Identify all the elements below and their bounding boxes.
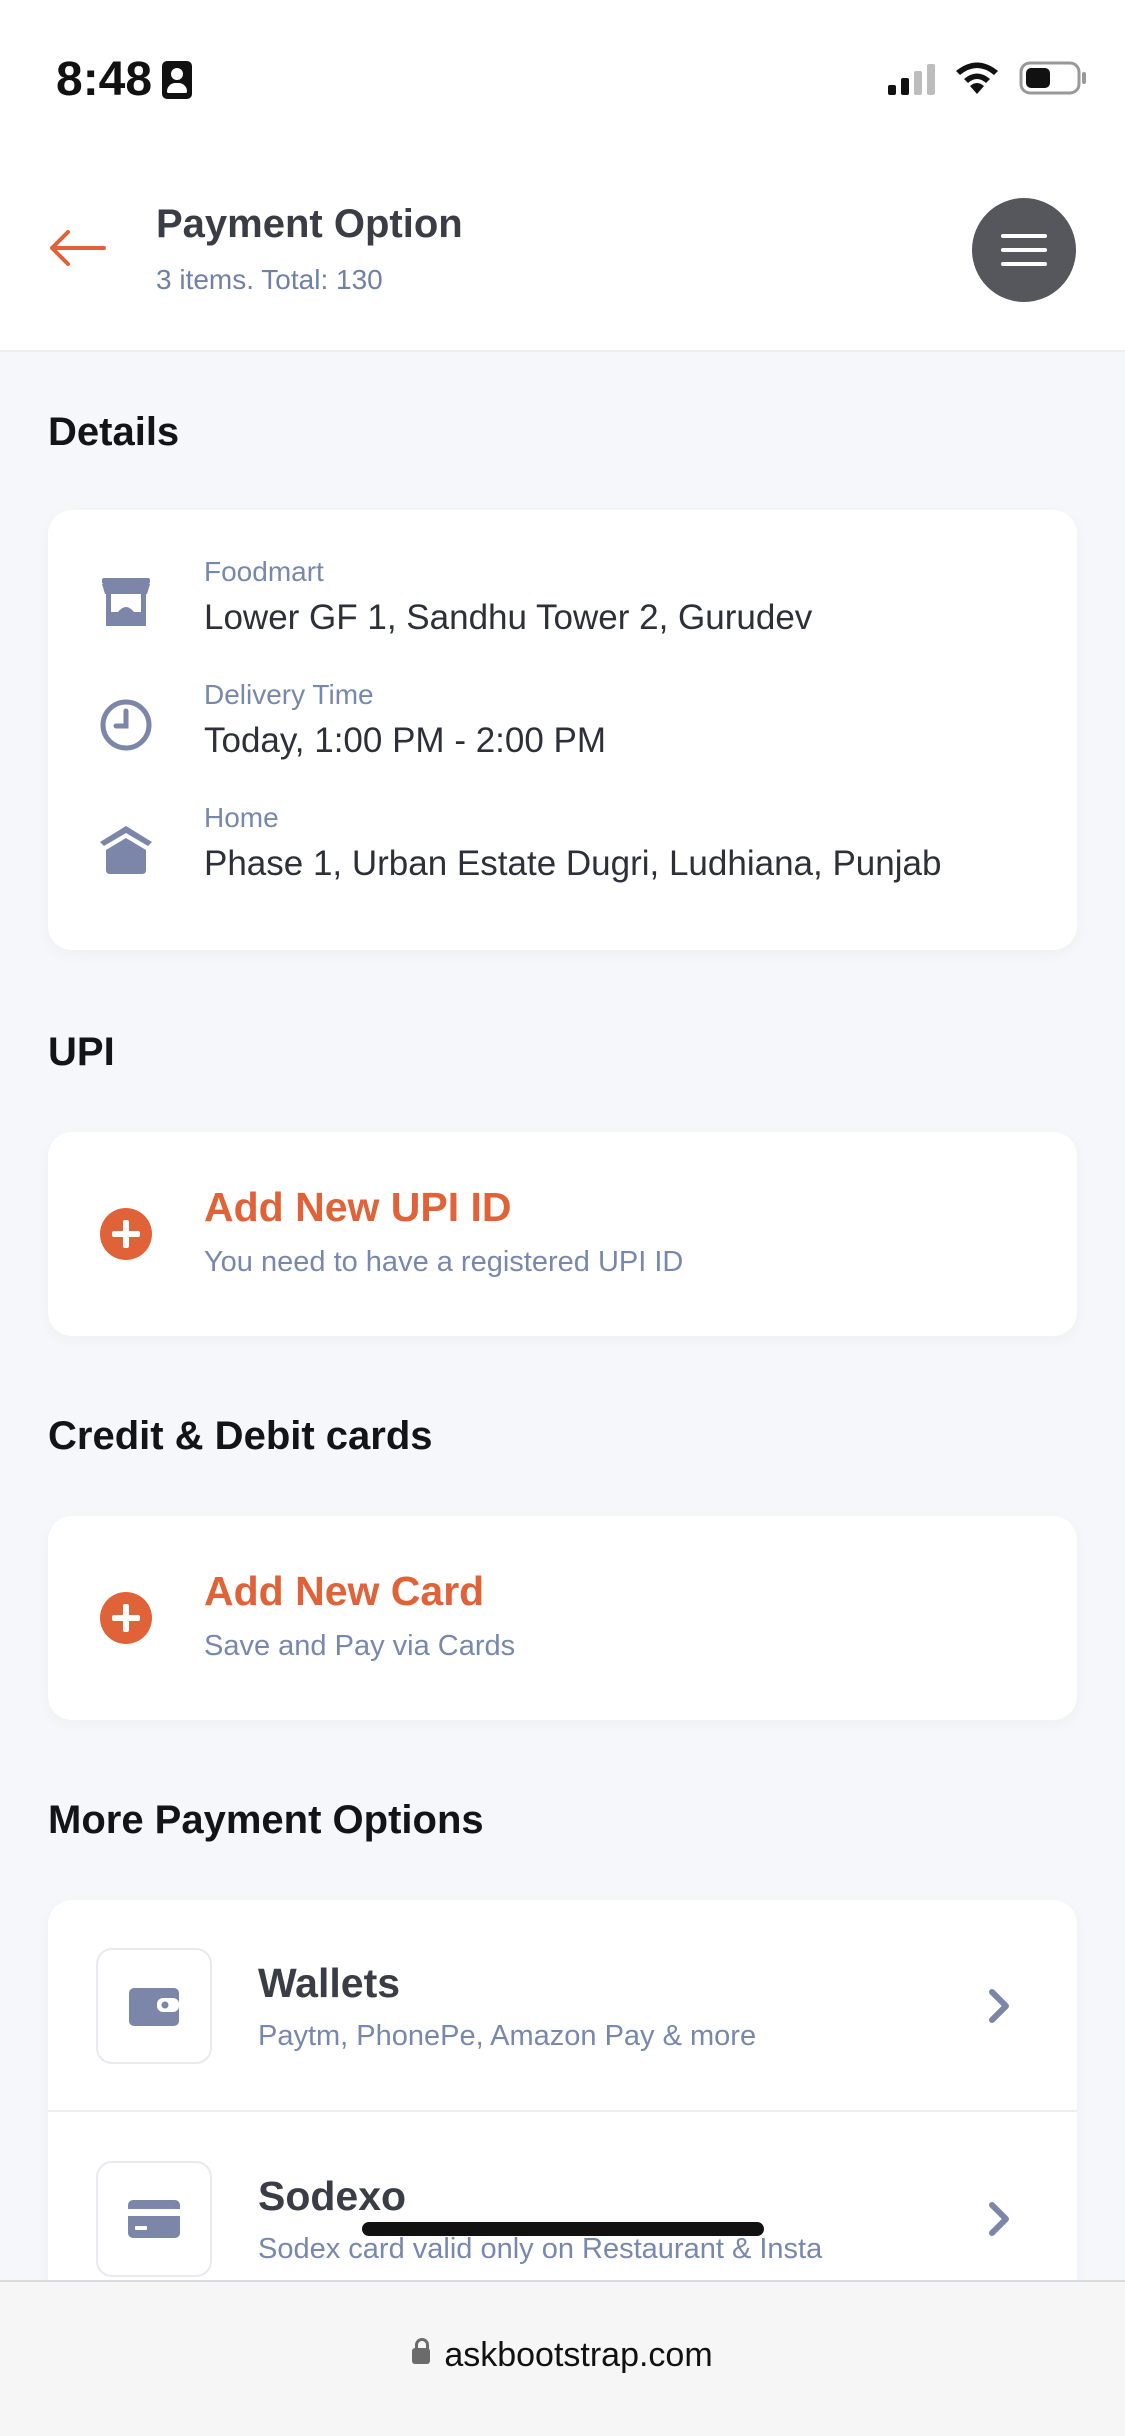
browser-address-bar[interactable]: askbootstrap.com [0, 2280, 1125, 2436]
wifi-icon [956, 62, 998, 94]
url-display[interactable]: askbootstrap.com [0, 2336, 1125, 2375]
option-title: Wallets [258, 1960, 401, 2006]
hamburger-icon-bar [1001, 234, 1047, 238]
detail-row-home: Home Phase 1, Urban Estate Dugri, Ludhia… [48, 780, 1077, 890]
add-card-button[interactable]: Add New Card Save and Pay via Cards [48, 1516, 1077, 1720]
details-section-title: Details [48, 410, 180, 454]
hamburger-icon-bar [1001, 248, 1047, 252]
more-options-section-title: More Payment Options [48, 1798, 484, 1842]
detail-value: Today, 1:00 PM - 2:00 PM [204, 721, 607, 760]
detail-value: Phase 1, Urban Estate Dugri, Ludhiana, P… [204, 844, 942, 883]
detail-label: Home [204, 802, 279, 833]
add-upi-button[interactable]: Add New UPI ID You need to have a regist… [48, 1132, 1077, 1336]
store-icon [102, 578, 150, 626]
details-card: Foodmart Lower GF 1, Sandhu Tower 2, Gur… [48, 510, 1077, 950]
cards-section-title: Credit & Debit cards [48, 1414, 433, 1458]
add-card-title: Add New Card [204, 1568, 485, 1614]
contact-card-icon [162, 60, 193, 99]
chevron-right-icon [989, 2202, 1009, 2236]
detail-label: Delivery Time [204, 679, 374, 710]
detail-row-delivery-time: Delivery Time Today, 1:00 PM - 2:00 PM [48, 657, 1077, 767]
payment-option-wallets[interactable]: Wallets Paytm, PhonePe, Amazon Pay & mor… [48, 1900, 1077, 2112]
back-arrow-icon[interactable] [48, 228, 106, 268]
option-icon-box [96, 2161, 212, 2277]
add-circle-icon [100, 1208, 152, 1260]
cellular-signal-icon [888, 61, 935, 95]
detail-row-store: Foodmart Lower GF 1, Sandhu Tower 2, Gur… [48, 534, 1077, 644]
wallet-icon [129, 1988, 179, 2026]
order-summary: 3 items. Total: 130 [156, 264, 383, 295]
status-indicators [888, 60, 1089, 96]
home-icon [100, 826, 152, 874]
add-card-subtitle: Save and Pay via Cards [204, 1630, 516, 1662]
battery-icon [1019, 61, 1086, 95]
option-subtitle: Paytm, PhonePe, Amazon Pay & more [258, 2020, 757, 2052]
add-upi-title: Add New UPI ID [204, 1184, 512, 1230]
cards-card: Add New Card Save and Pay via Cards [48, 1516, 1077, 1720]
add-circle-icon [100, 1592, 152, 1644]
option-title: Sodexo [258, 2173, 407, 2219]
clock-icon [100, 699, 152, 751]
app-header: Payment Option 3 items. Total: 130 [0, 160, 1125, 352]
option-icon-box [96, 1948, 212, 2064]
upi-section-title: UPI [48, 1030, 115, 1074]
more-options-card: Wallets Paytm, PhonePe, Amazon Pay & mor… [48, 1900, 1077, 2340]
home-indicator[interactable] [362, 2222, 764, 2236]
add-upi-subtitle: You need to have a registered UPI ID [204, 1246, 684, 1278]
chevron-right-icon [989, 1989, 1009, 2023]
detail-value: Lower GF 1, Sandhu Tower 2, Gurudev [204, 598, 813, 637]
card-icon [128, 2200, 180, 2238]
option-subtitle: Sodex card valid only on Restaurant & In… [258, 2233, 823, 2265]
url-text: askbootstrap.com [444, 2336, 713, 2374]
status-time-text: 8:48 [56, 53, 153, 106]
status-time: 8:48 [56, 52, 193, 107]
page-title: Payment Option [156, 202, 463, 246]
hamburger-icon-bar [1001, 262, 1047, 266]
menu-button[interactable] [972, 198, 1076, 302]
detail-label: Foodmart [204, 556, 324, 587]
lock-icon [412, 2338, 431, 2364]
status-bar: 8:48 [0, 0, 1125, 160]
upi-card: Add New UPI ID You need to have a regist… [48, 1132, 1077, 1336]
